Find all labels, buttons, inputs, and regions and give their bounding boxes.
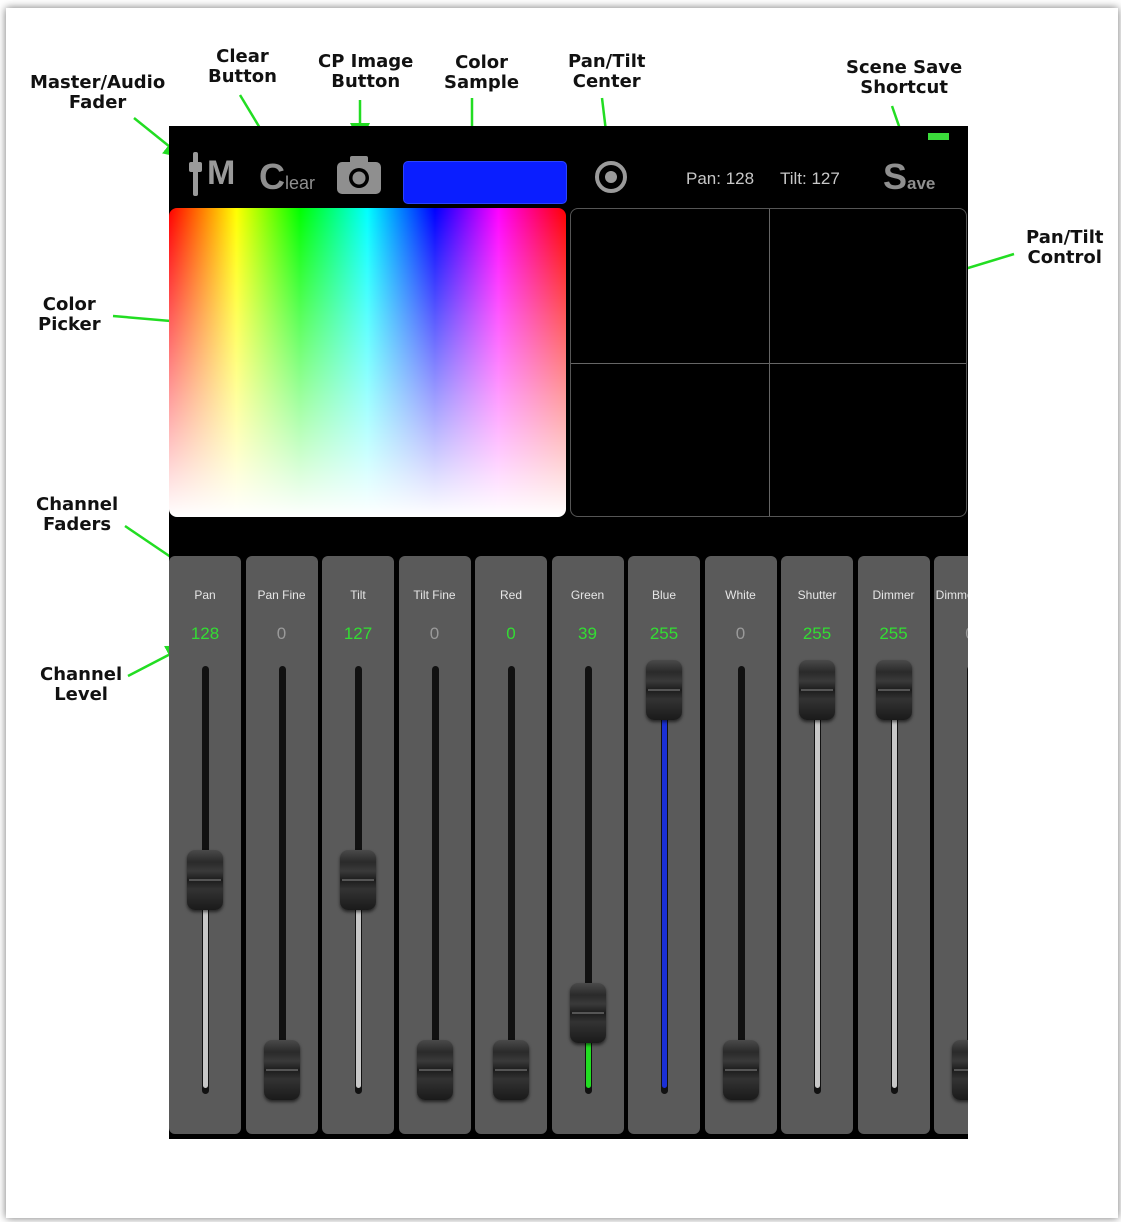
channel-strip: Green 39: [551, 556, 624, 1134]
callout-channel-level: Channel Level: [40, 664, 123, 705]
fader-fill: [356, 880, 361, 1088]
channel-name: Green: [570, 588, 605, 602]
channel-name: Shutter: [797, 588, 837, 602]
channel-strip: Pan Fine 0: [245, 556, 318, 1134]
channel-level: 0: [934, 624, 968, 644]
fader-track[interactable]: [967, 666, 968, 1094]
fader-icon: [193, 152, 198, 196]
fader-knob[interactable]: [493, 1040, 529, 1100]
channel-strip: Tilt Fine 0: [398, 556, 471, 1134]
channel-name: Pan: [194, 588, 216, 602]
fader-knob[interactable]: [875, 660, 912, 720]
channel-level: 39: [578, 624, 597, 643]
channel-level: 0: [276, 624, 287, 643]
cp-image-button[interactable]: [335, 154, 383, 196]
master-label: M: [207, 154, 236, 192]
color-sample[interactable]: [403, 161, 567, 204]
clear-label-big: C: [259, 156, 285, 197]
callout-clear-button: Clear Button: [208, 46, 277, 87]
channel-name: Pan Fine: [257, 588, 306, 602]
clear-label-small: lear: [285, 173, 316, 193]
fader-track[interactable]: [508, 666, 515, 1094]
toolbar: M Clear Pan: 128 Tilt: 127 Save: [169, 126, 968, 208]
clear-button[interactable]: Clear: [259, 156, 315, 198]
fader-track[interactable]: [737, 666, 745, 1094]
callout-pan-tilt-control: Pan/Tilt Control: [1026, 227, 1104, 268]
channel-name: Tilt: [350, 588, 366, 602]
channel-name: Blue: [651, 588, 677, 602]
channel-strip: Blue 255: [628, 556, 700, 1134]
channel-strip: Red 0: [475, 556, 547, 1134]
fader-fill: [203, 880, 208, 1088]
app-window: M Clear Pan: 128 Tilt: 127 Save Pan 128 …: [169, 126, 968, 1139]
fader-knob[interactable]: [569, 983, 606, 1043]
channel-strip: Dimmer 255: [857, 556, 930, 1134]
fader-fill: [815, 690, 820, 1088]
channel-level: 255: [879, 624, 908, 643]
channel-name: Red: [499, 588, 522, 602]
channel-strip: Dimmer Fine 0: [934, 556, 968, 1134]
tilt-readout: Tilt: 127: [780, 169, 840, 188]
scene-save-button[interactable]: Save: [883, 156, 935, 198]
fader-knob[interactable]: [263, 1040, 300, 1100]
pan-readout: Pan: 128: [686, 169, 755, 188]
fader-knob[interactable]: [952, 1040, 968, 1100]
pad-horizontal-crosshair: [571, 363, 966, 364]
fader-track[interactable]: [278, 666, 286, 1094]
channel-strip: Shutter 255: [781, 556, 853, 1134]
fader-fill: [891, 690, 897, 1088]
fader-track[interactable]: [431, 666, 439, 1094]
channel-level: 128: [190, 624, 220, 643]
callout-color-picker: Color Picker: [38, 294, 101, 335]
channel-level: 255: [802, 624, 832, 643]
channel-level: 0: [506, 624, 516, 643]
pan-tilt-center-button[interactable]: [594, 160, 628, 194]
save-label-small: ave: [907, 174, 936, 193]
fader-knob[interactable]: [187, 850, 223, 910]
channel-level: 0: [735, 624, 746, 643]
callout-cp-image-button: CP Image Button: [318, 51, 414, 92]
channel-strip: Pan 128: [169, 556, 241, 1134]
channel-faders: Pan 128 Pan Fine 0 Tilt 127 Tilt Fine 0 Red 0 Gree…: [169, 556, 968, 1134]
callout-pan-tilt-center: Pan/Tilt Center: [568, 51, 646, 92]
fader-knob[interactable]: [340, 850, 376, 910]
color-picker[interactable]: [169, 208, 566, 517]
callout-scene-save-shortcut: Scene Save Shortcut: [846, 57, 963, 98]
channel-name: Tilt Fine: [413, 588, 456, 602]
fader-fill: [662, 690, 667, 1088]
fader-icon-knob: [189, 162, 202, 172]
status-indicator: [928, 133, 949, 140]
channel-name: Dimmer: [872, 588, 915, 602]
channel-strip: Tilt 127: [322, 556, 394, 1134]
channel-level: 255: [649, 624, 679, 643]
target-icon: [595, 161, 627, 193]
master-audio-fader-button[interactable]: M: [187, 150, 245, 198]
channel-level: 127: [343, 624, 373, 643]
channel-strip: White 0: [704, 556, 777, 1134]
callout-master-audio-fader: Master/Audio Fader: [30, 72, 166, 113]
fader-knob[interactable]: [799, 660, 835, 720]
callout-channel-faders: Channel Faders: [36, 494, 119, 535]
save-label-big: S: [883, 156, 908, 197]
fader-knob[interactable]: [416, 1040, 453, 1100]
pan-tilt-control-pad[interactable]: [570, 208, 967, 517]
channel-name: Dimmer Fine: [935, 588, 968, 602]
channel-name: White: [725, 588, 756, 602]
callout-color-sample: Color Sample: [444, 52, 520, 93]
channel-level: 0: [429, 624, 440, 643]
camera-icon: [337, 156, 381, 194]
fader-knob[interactable]: [646, 660, 682, 720]
fader-knob[interactable]: [722, 1040, 759, 1100]
